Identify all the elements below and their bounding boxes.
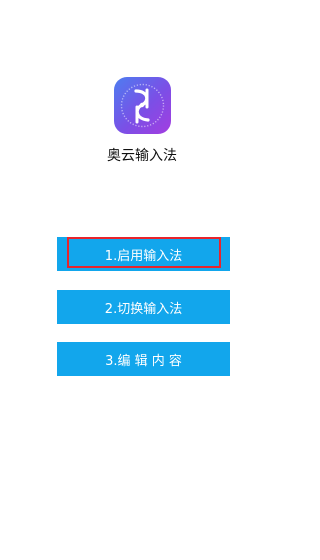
enable-input-method-button[interactable]: 1.启用输入法 bbox=[57, 237, 230, 271]
enable-input-method-label: 1.启用输入法 bbox=[104, 248, 183, 264]
edit-content-label: 3.编 辑 内 容 bbox=[105, 353, 182, 369]
switch-input-method-button[interactable]: 2.切换输入法 bbox=[57, 290, 230, 324]
switch-input-method-label: 2.切换输入法 bbox=[104, 301, 183, 317]
app-logo-icon bbox=[114, 77, 171, 134]
edit-content-button[interactable]: 3.编 辑 内 容 bbox=[57, 342, 230, 376]
app-name: 奥云输入法 bbox=[107, 148, 177, 164]
